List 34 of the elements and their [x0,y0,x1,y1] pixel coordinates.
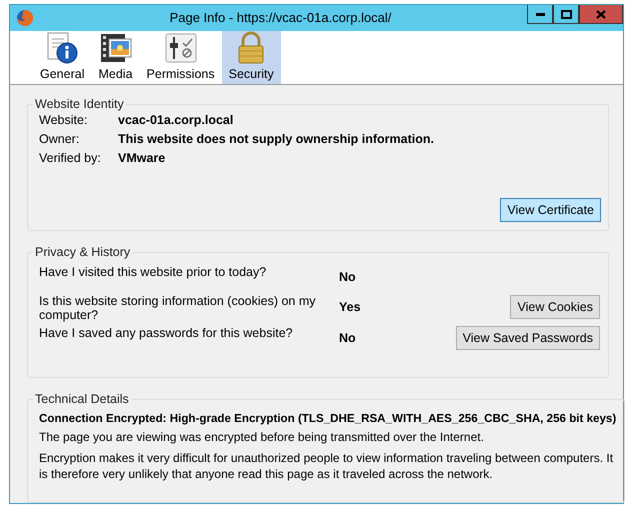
field-value: VMware [118,151,166,166]
maximize-button[interactable] [553,5,579,24]
answer-text: No [338,270,357,284]
browser-logo-icon [16,8,34,27]
group-title: Technical Details [34,392,130,406]
question-text: Have I visited this website prior to today? [39,264,268,280]
encryption-heading: Connection Encrypted: High-grade Encryption (TLS_DHE_RSA_WITH_AES_256_CBC_SHA, 256 bit keys) [39,412,616,426]
close-button[interactable] [579,5,623,24]
answer-text: Yes [338,300,362,314]
field-label: Verified by: [39,151,102,166]
answer-text: No [338,330,357,345]
maximize-icon [560,10,572,18]
description-text: Encryption makes it very difficult for unauthorized people to view information traveling between computers. It is therefore very unlikely that anyone read this page as it traveled across the network. [39,450,614,482]
minimize-button[interactable] [527,5,553,24]
question-text: Is this website storing information (cookies) on my computer? [39,293,316,322]
window-title: Page Info - https://vcac-01a.corp.local/ [168,10,392,26]
view-cookies-button[interactable]: View Cookies [510,295,600,320]
description-text: The page you are viewing was encrypted before being transmitted over the Internet. [39,429,485,446]
group-title: Website Identity [34,97,125,112]
field-value: This website does not supply ownership information. [118,132,435,146]
view-passwords-button[interactable]: View Saved Passwords [456,326,600,350]
toolbar-tab[interactable]: Security [222,30,281,84]
field-value: vcac-01a.corp.local [118,113,234,128]
toolbar-tab[interactable]: Media [91,30,140,84]
minimize-icon [536,12,544,16]
group-title: Privacy & History [34,245,132,260]
sliders-check-icon [164,31,198,66]
field-label: Owner: [39,132,80,146]
toolbar-tab[interactable]: Permissions [140,30,222,84]
toolbar-tab[interactable]: General [33,30,92,84]
close-icon [596,10,606,18]
question-text: Have I saved any passwords for this website? [39,325,294,340]
field-label: Website: [39,113,88,128]
view-certificate-button[interactable]: View Certificate [500,198,601,222]
